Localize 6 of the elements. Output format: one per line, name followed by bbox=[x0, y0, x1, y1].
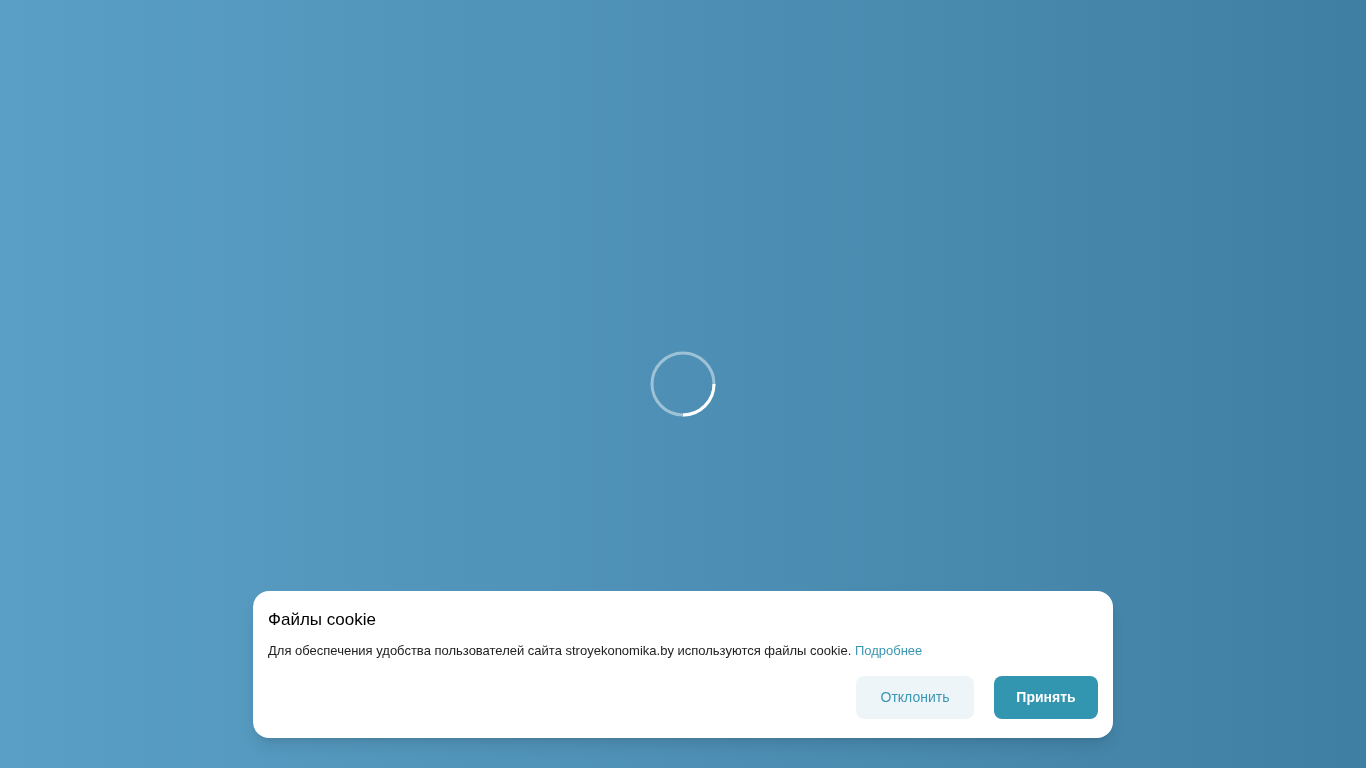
decline-button[interactable]: Отклонить bbox=[856, 676, 974, 719]
details-link[interactable]: Подробнее bbox=[854, 643, 923, 658]
accept-button[interactable]: Принять bbox=[994, 676, 1098, 719]
banner-title: Файлы cookie bbox=[268, 609, 377, 631]
cookie-message: Для обеспечения удобства пользователей сайта stroyekonomika.by используются файлы cookie. Подробнее bbox=[268, 642, 924, 660]
loading-spinner-icon bbox=[650, 351, 716, 417]
